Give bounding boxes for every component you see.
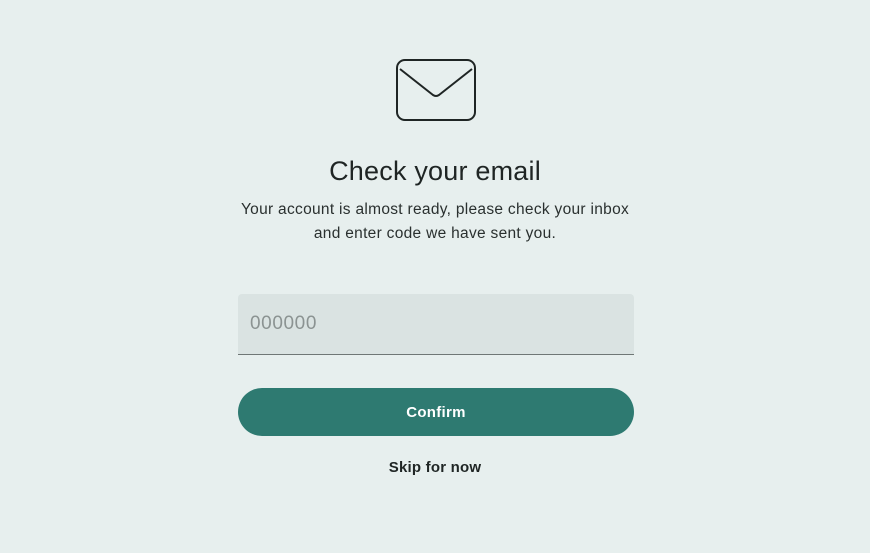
skip-row: Skip for now [0, 456, 870, 480]
page-title: Check your email [329, 156, 541, 186]
verification-code-input[interactable] [238, 294, 634, 355]
verify-email-screen: Check your email Your account is almost … [0, 0, 870, 553]
envelope-icon [396, 59, 476, 121]
skip-for-now-link[interactable]: Skip for now [389, 459, 481, 476]
confirm-button[interactable]: Confirm [238, 388, 634, 436]
page-subtitle: Your account is almost ready, please che… [240, 201, 630, 242]
